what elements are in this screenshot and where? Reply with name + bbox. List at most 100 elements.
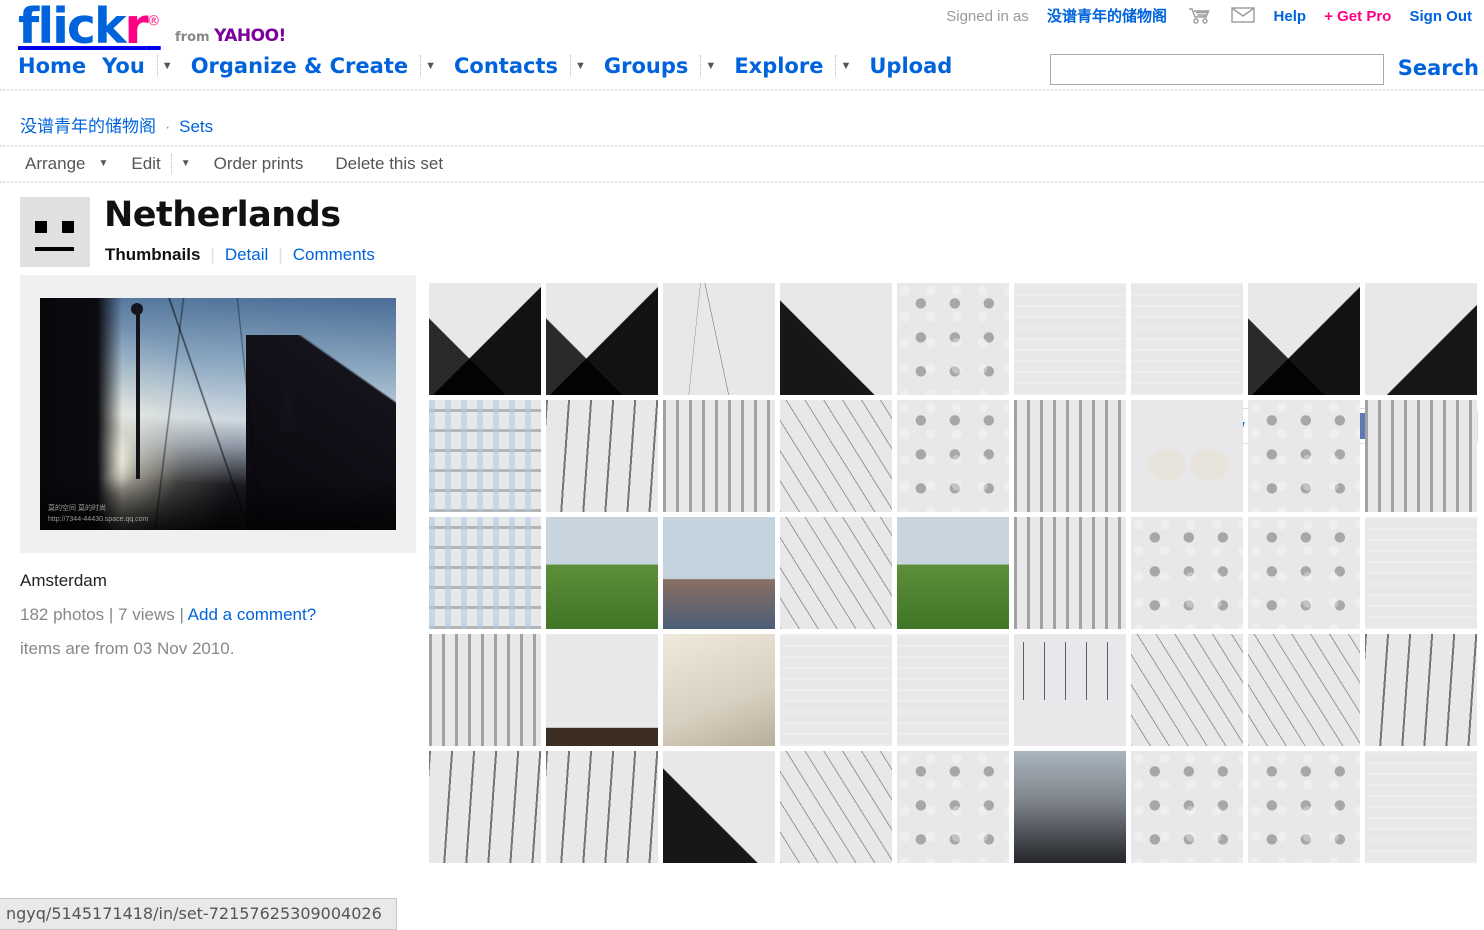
- thumbnail-image: [429, 517, 541, 629]
- tab-thumbnails[interactable]: Thumbnails: [105, 245, 210, 265]
- nav-caret-you[interactable]: ▼: [156, 55, 183, 77]
- thumbnail-image: [1248, 751, 1360, 863]
- thumbnail-harbor-masts-fog[interactable]: [1014, 634, 1126, 746]
- nav-item-you[interactable]: You: [94, 54, 153, 78]
- thumbnail-image: [546, 517, 658, 629]
- thumbnail-signed-guestbook-page[interactable]: [897, 634, 1009, 746]
- thumbnail-canal-house-snow[interactable]: [663, 751, 775, 863]
- thumbnail-brick-wall-building[interactable]: [663, 400, 775, 512]
- nav-caret-contacts[interactable]: ▼: [570, 55, 596, 77]
- envelope-icon[interactable]: [1231, 6, 1256, 28]
- thumbnail-image: [1131, 400, 1243, 512]
- thumbnail-shop-display-trees[interactable]: [1248, 517, 1360, 629]
- account-bar: Signed in as 没谱青年的储物阁 Help + Get Pro Sig…: [946, 5, 1472, 29]
- thumbnail-church-tower-dusk[interactable]: [780, 283, 892, 395]
- thumbnail-winter-street-view[interactable]: [1365, 283, 1477, 395]
- thumbnail-christmas-tree-in-mall[interactable]: [1014, 283, 1126, 395]
- thumbnail-butterfly-print-cards[interactable]: [1131, 400, 1243, 512]
- thumbnail-kinderboekwinkel-storefront[interactable]: [1365, 400, 1477, 512]
- delete-this-set-button[interactable]: Delete this set: [328, 154, 450, 174]
- thumbnail-white-plate-display[interactable]: [1248, 400, 1360, 512]
- nav-item-explore[interactable]: Explore: [726, 54, 831, 78]
- thumbnail-white-coat-fries[interactable]: [897, 751, 1009, 863]
- thumbnail-image: [1131, 634, 1243, 746]
- nav-item-organize[interactable]: Organize & Create: [183, 54, 416, 78]
- help-link[interactable]: Help: [1274, 8, 1307, 25]
- thumbnail-guestbook-handwriting[interactable]: [780, 634, 892, 746]
- thumbnail-image: [897, 400, 1009, 512]
- nav-item-upload[interactable]: Upload: [861, 54, 960, 78]
- thumbnail-frozen-canal-boats[interactable]: [780, 751, 892, 863]
- thumbnail-wet-plaza-lamp-posts[interactable]: [780, 517, 892, 629]
- thumbnail-green-ship-bridge[interactable]: [1131, 634, 1243, 746]
- set-cover-photo[interactable]: 莫的空间 莫的时尚 http://7344-44430.space.qq.com: [40, 298, 396, 530]
- nav-caret-organize[interactable]: ▼: [420, 55, 446, 77]
- nav-caret-explore[interactable]: ▼: [835, 55, 861, 77]
- nav-item-groups[interactable]: Groups: [596, 54, 697, 78]
- main-navigation: Home You ▼ Organize & Create ▼ Contacts …: [10, 54, 960, 78]
- thumbnail-nieuwe-kerk-facade[interactable]: [1248, 283, 1360, 395]
- thumbnail-snowy-trees-canal[interactable]: [546, 751, 658, 863]
- breadcrumb-sets[interactable]: Sets: [179, 117, 213, 136]
- thumbnail-glass-roof-atrium[interactable]: [1014, 400, 1126, 512]
- thumbnail-rijksmuseum-tram[interactable]: [663, 517, 775, 629]
- thumbnail-image: [546, 751, 658, 863]
- thumbnail-foggy-canal-morning[interactable]: [1365, 634, 1477, 746]
- nav-item-home[interactable]: Home: [10, 54, 94, 78]
- thumbnail-gothic-church-silhouette[interactable]: [429, 283, 541, 395]
- thumbnail-museumplein-field[interactable]: [897, 517, 1009, 629]
- shopping-cart-icon[interactable]: [1187, 6, 1211, 29]
- thumbnail-dark-bar-interior[interactable]: [1248, 751, 1360, 863]
- add-a-comment-link[interactable]: Add a comment?: [188, 605, 317, 624]
- thumbnail-glass-facade-reflection[interactable]: [780, 400, 892, 512]
- thumbnail-image: [663, 634, 775, 746]
- flickr-logo[interactable]: flickr®: [18, 0, 161, 55]
- set-date-line: items are from 03 Nov 2010.: [20, 639, 235, 658]
- thumbnail-snow-covered-mansion[interactable]: [429, 751, 541, 863]
- thumbnail-image: [780, 751, 892, 863]
- thumbnail-bare-trees-sun-street[interactable]: [546, 400, 658, 512]
- thumbnail-magna-plaza-towers[interactable]: [546, 283, 658, 395]
- tab-comments[interactable]: Comments: [283, 245, 385, 265]
- thumbnail-glass-counter-display[interactable]: [1365, 517, 1477, 629]
- breadcrumb-owner[interactable]: 没谱青年的储物阁: [20, 117, 156, 136]
- search-input[interactable]: [1050, 54, 1384, 85]
- search-button[interactable]: Search: [1398, 56, 1479, 80]
- thumbnail-department-store-balcony[interactable]: [1131, 283, 1243, 395]
- sign-out-link[interactable]: Sign Out: [1410, 8, 1473, 25]
- thumbnail-yellow-bollard-graffiti[interactable]: [1131, 751, 1243, 863]
- thumbnail-modern-brick-office[interactable]: [429, 400, 541, 512]
- order-prints-button[interactable]: Order prints: [207, 154, 311, 174]
- username-link[interactable]: 没谱青年的储物阁: [1047, 8, 1167, 25]
- thumbnail-gallery-dark-wall[interactable]: [546, 634, 658, 746]
- edit-menu[interactable]: Edit: [124, 154, 167, 174]
- thumbnail-wooden-shelves-interior[interactable]: [1014, 517, 1126, 629]
- thumbnail-christmas-wreath-shop[interactable]: [897, 400, 1009, 512]
- thumbnail-museum-lawn-green[interactable]: [546, 517, 658, 629]
- thumbnail-car-dashboard-drive[interactable]: [1014, 751, 1126, 863]
- thumbnail-image: [1248, 400, 1360, 512]
- thumbnail-pub-interior-lamps[interactable]: [1365, 751, 1477, 863]
- face-mouth: [35, 247, 74, 251]
- from-yahoo-label: from YAHOO!: [175, 26, 286, 46]
- set-placeholder-face-icon: [20, 197, 90, 267]
- get-pro-link[interactable]: + Get Pro: [1324, 8, 1391, 25]
- edit-caret-icon[interactable]: ▼: [170, 154, 207, 174]
- thumbnail-image: [1365, 283, 1477, 395]
- thumbnail-sunset-street-wires[interactable]: [663, 283, 775, 395]
- thumbnail-white-christmas-trees[interactable]: [1131, 517, 1243, 629]
- thumbnail-open-blank-book[interactable]: [663, 634, 775, 746]
- arrange-caret-icon[interactable]: ▼: [92, 154, 124, 174]
- thumbnail-snowy-bridge-view[interactable]: [1248, 634, 1360, 746]
- face-eye-right: [62, 221, 74, 233]
- arrange-menu[interactable]: Arrange: [18, 154, 92, 174]
- nav-item-contacts[interactable]: Contacts: [446, 54, 566, 78]
- thumbnail-museum-staircase[interactable]: [429, 634, 541, 746]
- thumbnail-image: [663, 751, 775, 863]
- thumbnail-image: [780, 517, 892, 629]
- thumbnail-image: [1248, 517, 1360, 629]
- nav-caret-groups[interactable]: ▼: [700, 55, 726, 77]
- thumbnail-christmas-market-figures[interactable]: [897, 283, 1009, 395]
- tab-detail[interactable]: Detail: [215, 245, 278, 265]
- thumbnail-canal-houses-street[interactable]: [429, 517, 541, 629]
